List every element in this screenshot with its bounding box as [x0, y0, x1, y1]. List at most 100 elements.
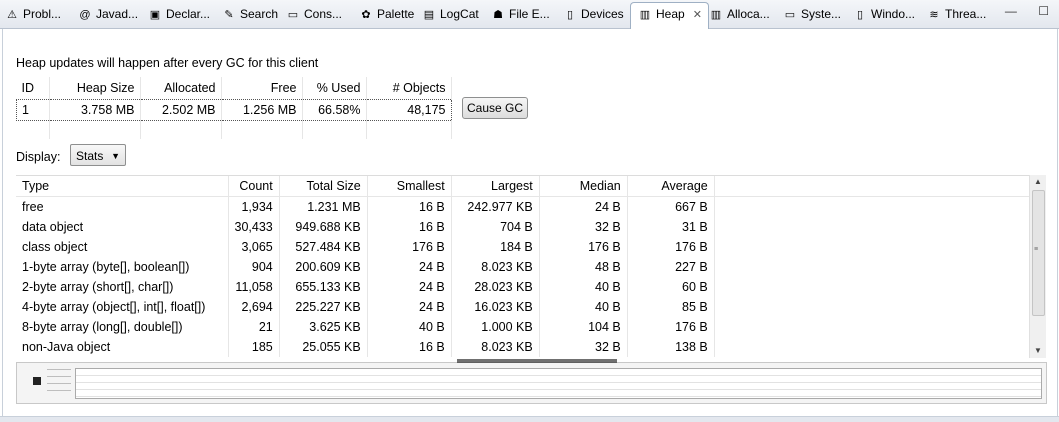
cell-total-size: 527.484 KB: [279, 237, 368, 257]
column-header-free[interactable]: Free: [221, 77, 303, 100]
search-icon: ✎: [224, 9, 234, 21]
cell-count: 2,694: [228, 297, 280, 317]
cell-type: 8-byte array (long[], double[]): [16, 317, 229, 337]
cell-largest: 242.977 KB: [451, 196, 540, 217]
tab-label: LogCat: [440, 7, 479, 21]
tab-search[interactable]: ✎ Search: [221, 3, 278, 25]
close-icon[interactable]: ✕: [693, 9, 702, 21]
cell-median: 32 B: [539, 337, 628, 357]
allocation-histogram-chart: [16, 359, 1047, 404]
cell-largest: 1.000 KB: [451, 317, 540, 337]
column-header-id[interactable]: ID: [16, 77, 50, 100]
cell-total-size: 3.625 KB: [279, 317, 368, 337]
window-bottom-edge: [0, 416, 1059, 422]
tab-devices[interactable]: ▯ Devices: [562, 3, 624, 25]
cell-filler: [714, 317, 1045, 337]
tab-heap[interactable]: ▥ Heap ✕: [630, 2, 709, 29]
column-header-objects[interactable]: # Objects: [366, 77, 452, 100]
display-select[interactable]: Stats ▼: [70, 144, 126, 166]
tab-label: Windo...: [871, 7, 916, 21]
cell-type: class object: [16, 237, 229, 257]
scrollbar-thumb[interactable]: [1032, 190, 1045, 316]
chevron-down-icon: ▼: [111, 151, 120, 161]
cell-largest: 8.023 KB: [451, 257, 540, 277]
table-row[interactable]: 4-byte array (object[], int[], float[]) 2…: [16, 297, 1045, 317]
cell-filler: [714, 196, 1045, 217]
scrollbar-grip-icon: ≡: [1034, 246, 1039, 253]
tab-palette[interactable]: ✿ Palette: [358, 3, 414, 25]
cell-average: 176 B: [627, 317, 715, 337]
column-header-count[interactable]: Count: [228, 176, 280, 197]
cell-smallest: 24 B: [367, 277, 452, 297]
column-header-total-size[interactable]: Total Size: [279, 176, 368, 197]
vertical-scrollbar[interactable]: ▲ ≡ ▼: [1029, 175, 1046, 358]
column-header-median[interactable]: Median: [539, 176, 628, 197]
heap-summary-table: ID Heap Size Allocated Free % Used # Obj…: [16, 77, 452, 139]
cell-count: 1,934: [228, 196, 280, 217]
cell-count: 30,433: [228, 217, 280, 237]
maximize-button[interactable]: ☐: [1038, 4, 1049, 18]
column-header-type[interactable]: Type: [16, 176, 229, 197]
cell-filler: [714, 257, 1045, 277]
tab-label: File E...: [509, 7, 550, 21]
cell-type: data object: [16, 217, 229, 237]
tab-cons[interactable]: ▭ Cons...: [285, 3, 342, 25]
tab-alloca[interactable]: ▥ Alloca...: [708, 3, 770, 25]
cell-type: free: [16, 196, 229, 217]
table-row[interactable]: 2-byte array (short[], char[]) 11,058 655.…: [16, 277, 1045, 297]
tab-probl[interactable]: ⚠ Probl...: [4, 3, 61, 25]
console-icon: ▭: [287, 9, 299, 21]
column-header-heap-size[interactable]: Heap Size: [49, 77, 141, 100]
table-row[interactable]: 1-byte array (byte[], boolean[]) 904 200.6…: [16, 257, 1045, 277]
cell-median: 40 B: [539, 297, 628, 317]
table-row[interactable]: 8-byte array (long[], double[]) 21 3.625 K…: [16, 317, 1045, 337]
tab-file-e[interactable]: ☗ File E...: [490, 3, 550, 25]
cell-filler: [714, 237, 1045, 257]
column-header-average[interactable]: Average: [627, 176, 715, 197]
table-row[interactable]: data object 30,433 949.688 KB 16 B 704 B 32 B…: [16, 217, 1045, 237]
cell-smallest: 40 B: [367, 317, 452, 337]
table-row[interactable]: free 1,934 1.231 MB 16 B 242.977 KB 24 B 667 B: [16, 196, 1045, 217]
cell-largest: 704 B: [451, 217, 540, 237]
cell-free: 1.256 MB: [221, 99, 303, 121]
cell-median: 24 B: [539, 196, 628, 217]
column-header-largest[interactable]: Largest: [451, 176, 540, 197]
tab-label: Declar...: [166, 7, 211, 21]
cell-average: 227 B: [627, 257, 715, 277]
tab-label: Threa...: [945, 7, 987, 21]
android-icon: ☗: [493, 9, 503, 21]
tab-threa[interactable]: ≋ Threa...: [926, 3, 986, 25]
tab-label: Alloca...: [727, 7, 770, 21]
display-label: Display:: [16, 150, 61, 164]
tab-javad[interactable]: @ Javad...: [77, 3, 138, 25]
minimize-button[interactable]: —: [1005, 4, 1017, 18]
column-header-smallest[interactable]: Smallest: [367, 176, 452, 197]
cell-total-size: 949.688 KB: [279, 217, 368, 237]
table-row[interactable]: class object 3,065 527.484 KB 176 B 184 B 176…: [16, 237, 1045, 257]
cell-type: 1-byte array (byte[], boolean[]): [16, 257, 229, 277]
scroll-down-arrow-icon[interactable]: ▼: [1030, 344, 1046, 358]
cell-smallest: 24 B: [367, 257, 452, 277]
cell-filler: [714, 277, 1045, 297]
cause-gc-button[interactable]: Cause GC: [462, 97, 528, 119]
tab-logcat[interactable]: ▤ LogCat: [421, 3, 479, 25]
tab-windo[interactable]: ▯ Windo...: [852, 3, 915, 25]
view-tab-bar: ⚠ Probl... @ Javad... ▣ Declar... ✎ Search ▭ Cons…: [0, 0, 1059, 29]
column-header-allocated[interactable]: Allocated: [140, 77, 222, 100]
column-header-percent-used[interactable]: % Used: [302, 77, 367, 100]
table-row[interactable]: 1 3.758 MB 2.502 MB 1.256 MB 66.58% 48,1…: [16, 99, 452, 121]
javadoc-icon: @: [79, 9, 91, 21]
cell-smallest: 16 B: [367, 196, 452, 217]
table-row[interactable]: non-Java object 185 25.055 KB 16 B 8.023 KB 3…: [16, 337, 1045, 357]
tab-label: Javad...: [96, 7, 139, 21]
tab-label: Probl...: [23, 7, 62, 21]
cell-count: 3,065: [228, 237, 280, 257]
tab-syste[interactable]: ▭ Syste...: [782, 3, 841, 25]
threads-icon: ≋: [929, 9, 939, 21]
tab-declar[interactable]: ▣ Declar...: [147, 3, 210, 25]
cell-heap-size: 3.758 MB: [49, 99, 141, 121]
scroll-up-arrow-icon[interactable]: ▲: [1030, 175, 1046, 189]
tab-label: Devices: [581, 7, 624, 21]
display-select-value: Stats: [76, 149, 104, 163]
cell-largest: 16.023 KB: [451, 297, 540, 317]
